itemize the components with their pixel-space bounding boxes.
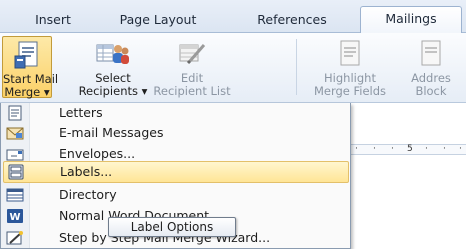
ruler-tick: · [391, 144, 394, 154]
start-mail-merge-label-2: Merge ▾ [4, 85, 50, 99]
ribbon-group-separator [296, 39, 297, 95]
wizard-icon [6, 231, 23, 245]
select-recipients-button[interactable]: Select Recipients ▾ [78, 36, 148, 98]
svg-text:W: W [9, 212, 20, 223]
letter-icon [8, 105, 22, 121]
word-window: Insert Page Layout References Mailings S… [0, 0, 466, 249]
envelope-icon [6, 127, 24, 140]
envelope-front-icon [6, 149, 24, 161]
select-recipients-label-2: Recipients ▾ [78, 84, 148, 98]
ruler-tick: · [443, 144, 446, 154]
ruler-tick: · [373, 144, 376, 154]
ribbon-mailings: Start Mail Merge ▾ Select Recipients ▾ E… [0, 33, 466, 103]
ruler-number: 5 [407, 144, 413, 154]
address-block-label-2: Block [415, 84, 447, 98]
start-mail-merge-button[interactable]: Start Mail Merge ▾ [2, 36, 58, 99]
ribbon-tab-strip: Insert Page Layout References Mailings [0, 0, 466, 34]
address-block-icon [421, 40, 441, 66]
tab-mailings[interactable]: Mailings [360, 6, 462, 34]
highlight-merge-fields-button[interactable]: Highlight Merge Fields [304, 36, 396, 98]
edit-recipient-list-button[interactable]: Edit Recipient List [148, 36, 236, 98]
address-block-button[interactable]: Addres Block [396, 36, 466, 98]
labels-icon [8, 164, 24, 180]
menu-item-email-messages[interactable]: E-mail Messages [3, 123, 349, 143]
label-options-tooltip: Label Options [108, 217, 236, 237]
menu-item-letters[interactable]: Letters [3, 103, 349, 123]
word-icon: W [7, 209, 23, 223]
tab-references[interactable]: References [242, 10, 342, 33]
edit-recipient-list-icon [179, 44, 206, 65]
menu-item-label: Directory [59, 187, 117, 202]
select-recipients-icon [96, 44, 129, 64]
menu-item-directory[interactable]: Directory [3, 185, 349, 205]
tab-page-layout[interactable]: Page Layout [108, 10, 208, 33]
menu-item-label: Envelopes... [59, 146, 136, 161]
highlight-merge-fields-label-2: Merge Fields [313, 84, 387, 98]
ruler-tick: · [425, 144, 428, 154]
edit-recipient-list-label-2: Recipient List [153, 84, 231, 98]
ruler-tick: · [355, 144, 358, 154]
highlight-merge-fields-icon [340, 40, 360, 66]
menu-item-label: Letters [59, 105, 103, 120]
horizontal-ruler[interactable]: · · · 5 · · · [345, 144, 466, 155]
directory-icon [6, 188, 24, 202]
ruler-tick: · [459, 144, 462, 154]
start-mail-merge-icon [14, 41, 38, 69]
menu-item-label: Labels... [60, 164, 113, 179]
tab-insert[interactable]: Insert [24, 10, 82, 33]
menu-item-label: E-mail Messages [59, 125, 164, 140]
menu-item-labels[interactable]: Labels... [3, 161, 349, 183]
